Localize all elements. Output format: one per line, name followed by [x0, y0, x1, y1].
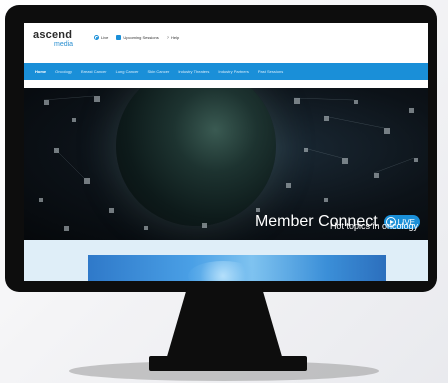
nav-item-oncology[interactable]: Oncology	[55, 69, 72, 74]
calendar-icon	[116, 35, 122, 40]
monitor-bezel: ascend media Live Upcoming Sessions ? He…	[5, 5, 437, 292]
nav-item-lung-cancer[interactable]: Lung Cancer	[116, 69, 139, 74]
content-section	[24, 240, 428, 281]
nav-item-home[interactable]: Home	[35, 69, 46, 74]
monitor-screen: ascend media Live Upcoming Sessions ? He…	[24, 23, 428, 281]
nav-item-breast-cancer[interactable]: Breast Cancer	[81, 69, 107, 74]
upcoming-sessions-label: Upcoming Sessions	[123, 35, 159, 40]
hero-banner: Member Connect LIVE	[24, 88, 428, 240]
site-header: ascend media Live Upcoming Sessions ? He…	[24, 23, 428, 57]
help-link[interactable]: ? Help	[167, 35, 179, 40]
live-link-label: Live	[101, 35, 109, 40]
top-links: Live Upcoming Sessions ? Help	[94, 35, 179, 40]
live-icon	[94, 35, 99, 40]
brand-logo[interactable]: ascend media	[33, 29, 75, 53]
nav-item-skin-cancer[interactable]: Skin Cancer	[148, 69, 170, 74]
live-link[interactable]: Live	[94, 35, 108, 40]
hero-subtitle: Hot topics in oncology	[329, 221, 418, 231]
feature-banner-image	[88, 255, 386, 281]
upcoming-sessions-link[interactable]: Upcoming Sessions	[116, 35, 159, 40]
help-link-label: Help	[170, 35, 180, 40]
nav-item-past-sessions[interactable]: Past Sessions	[258, 69, 283, 74]
help-icon: ?	[166, 35, 169, 40]
nav-item-industry-theaters[interactable]: Industry Theaters	[178, 69, 209, 74]
logo-wordmark: ascend	[33, 29, 73, 41]
main-nav: Home Oncology Breast Cancer Lung Cancer …	[24, 63, 428, 80]
nav-item-industry-partners[interactable]: Industry Partners	[218, 69, 248, 74]
logo-subtext: media	[54, 41, 74, 48]
